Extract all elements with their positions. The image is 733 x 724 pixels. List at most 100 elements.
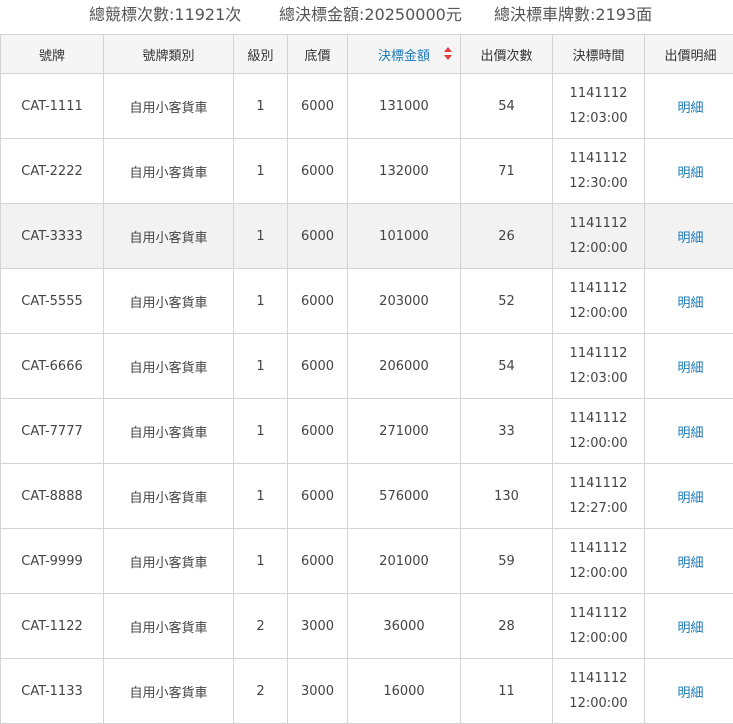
final-price-cell: 203000 bbox=[348, 269, 461, 334]
header-detail: 出價明細 bbox=[645, 35, 733, 74]
final-price-cell: 576000 bbox=[348, 464, 461, 529]
level-cell: 1 bbox=[234, 139, 288, 204]
base-price-cell: 6000 bbox=[288, 334, 348, 399]
close-date: 1141112 bbox=[553, 146, 644, 171]
bid-detail-link[interactable]: 明細 bbox=[677, 426, 703, 441]
close-time-cell: 114111212:00:00 bbox=[553, 594, 645, 659]
detail-cell: 明細 bbox=[645, 204, 733, 269]
close-time: 12:03:00 bbox=[553, 366, 644, 391]
close-time-cell: 114111212:30:00 bbox=[553, 139, 645, 204]
bid-detail-link[interactable]: 明細 bbox=[677, 166, 703, 181]
bid-detail-link[interactable]: 明細 bbox=[677, 491, 703, 506]
plate-cell: CAT-6666 bbox=[1, 334, 104, 399]
close-date: 1141112 bbox=[553, 471, 644, 496]
detail-cell: 明細 bbox=[645, 529, 733, 594]
plate-cell: CAT-1111 bbox=[1, 74, 104, 139]
auction-summary: 總競標次數:11921次 總決標金額:20250000元 總決標車牌數:2193… bbox=[0, 0, 733, 34]
base-price-cell: 6000 bbox=[288, 204, 348, 269]
level-cell: 1 bbox=[234, 204, 288, 269]
close-time: 12:00:00 bbox=[553, 236, 644, 261]
base-price-cell: 6000 bbox=[288, 464, 348, 529]
level-cell: 1 bbox=[234, 399, 288, 464]
total-plates-stat: 總決標車牌數:2193面 bbox=[494, 1, 652, 25]
detail-cell: 明細 bbox=[645, 269, 733, 334]
total-amount-stat: 總決標金額:20250000元 bbox=[279, 1, 462, 25]
final-price-cell: 131000 bbox=[348, 74, 461, 139]
category-cell: 自用小客貨車 bbox=[104, 204, 234, 269]
header-category[interactable]: 號牌類別 bbox=[104, 35, 234, 74]
level-cell: 1 bbox=[234, 529, 288, 594]
plate-cell: CAT-5555 bbox=[1, 269, 104, 334]
category-cell: 自用小客貨車 bbox=[104, 334, 234, 399]
detail-cell: 明細 bbox=[645, 464, 733, 529]
level-cell: 2 bbox=[234, 659, 288, 724]
close-time: 12:03:00 bbox=[553, 106, 644, 131]
close-time: 12:30:00 bbox=[553, 171, 644, 196]
table-row: CAT-9999自用小客貨車1600020100059114111212:00:… bbox=[1, 529, 733, 594]
table-row: CAT-3333自用小客貨車1600010100026114111212:00:… bbox=[1, 204, 733, 269]
header-plate[interactable]: 號牌 bbox=[1, 35, 104, 74]
base-price-cell: 6000 bbox=[288, 529, 348, 594]
plate-cell: CAT-1133 bbox=[1, 659, 104, 724]
header-close-time[interactable]: 決標時間 bbox=[553, 35, 645, 74]
bid-count-cell: 71 bbox=[461, 139, 553, 204]
sort-asc-icon bbox=[444, 47, 452, 52]
category-cell: 自用小客貨車 bbox=[104, 399, 234, 464]
table-row: CAT-6666自用小客貨車1600020600054114111212:03:… bbox=[1, 334, 733, 399]
total-auctions-stat: 總競標次數:11921次 bbox=[89, 1, 241, 25]
plate-cell: CAT-3333 bbox=[1, 204, 104, 269]
level-cell: 1 bbox=[234, 269, 288, 334]
detail-cell: 明細 bbox=[645, 139, 733, 204]
header-base-price[interactable]: 底價 bbox=[288, 35, 348, 74]
header-final-price-label: 決標金額 bbox=[378, 49, 430, 64]
close-date: 1141112 bbox=[553, 666, 644, 691]
header-level[interactable]: 級別 bbox=[234, 35, 288, 74]
close-time: 12:00:00 bbox=[553, 431, 644, 456]
close-date: 1141112 bbox=[553, 341, 644, 366]
close-time: 12:00:00 bbox=[553, 691, 644, 716]
bid-detail-link[interactable]: 明細 bbox=[677, 556, 703, 571]
bid-detail-link[interactable]: 明細 bbox=[677, 101, 703, 116]
close-time-cell: 114111212:27:00 bbox=[553, 464, 645, 529]
close-time-cell: 114111212:00:00 bbox=[553, 399, 645, 464]
sort-up-down-icon[interactable] bbox=[444, 47, 452, 61]
bid-count-cell: 54 bbox=[461, 74, 553, 139]
bid-detail-link[interactable]: 明細 bbox=[677, 296, 703, 311]
bid-detail-link[interactable]: 明細 bbox=[677, 686, 703, 701]
plate-cell: CAT-7777 bbox=[1, 399, 104, 464]
bid-count-cell: 130 bbox=[461, 464, 553, 529]
category-cell: 自用小客貨車 bbox=[104, 529, 234, 594]
close-time-cell: 114111212:00:00 bbox=[553, 529, 645, 594]
table-row: CAT-1111自用小客貨車1600013100054114111212:03:… bbox=[1, 74, 733, 139]
close-time-cell: 114111212:00:00 bbox=[553, 204, 645, 269]
detail-cell: 明細 bbox=[645, 399, 733, 464]
close-time: 12:00:00 bbox=[553, 561, 644, 586]
bid-detail-link[interactable]: 明細 bbox=[677, 231, 703, 246]
bid-count-cell: 28 bbox=[461, 594, 553, 659]
level-cell: 1 bbox=[234, 464, 288, 529]
detail-cell: 明細 bbox=[645, 659, 733, 724]
header-final-price[interactable]: 決標金額 bbox=[348, 35, 461, 74]
close-time-cell: 114111212:00:00 bbox=[553, 269, 645, 334]
close-date: 1141112 bbox=[553, 536, 644, 561]
table-row: CAT-1122自用小客貨車230003600028114111212:00:0… bbox=[1, 594, 733, 659]
bid-detail-link[interactable]: 明細 bbox=[677, 621, 703, 636]
bid-count-cell: 54 bbox=[461, 334, 553, 399]
table-row: CAT-7777自用小客貨車1600027100033114111212:00:… bbox=[1, 399, 733, 464]
base-price-cell: 3000 bbox=[288, 659, 348, 724]
bid-detail-link[interactable]: 明細 bbox=[677, 361, 703, 376]
auction-results-table: 號牌 號牌類別 級別 底價 決標金額 出價次數 決標時間 出價明細 CAT-11… bbox=[0, 34, 733, 724]
bid-count-cell: 59 bbox=[461, 529, 553, 594]
close-time: 12:00:00 bbox=[553, 626, 644, 651]
base-price-cell: 6000 bbox=[288, 139, 348, 204]
category-cell: 自用小客貨車 bbox=[104, 269, 234, 334]
base-price-cell: 6000 bbox=[288, 269, 348, 334]
level-cell: 1 bbox=[234, 334, 288, 399]
category-cell: 自用小客貨車 bbox=[104, 74, 234, 139]
close-date: 1141112 bbox=[553, 601, 644, 626]
header-bid-count[interactable]: 出價次數 bbox=[461, 35, 553, 74]
final-price-cell: 101000 bbox=[348, 204, 461, 269]
table-row: CAT-8888自用小客貨車16000576000130114111212:27… bbox=[1, 464, 733, 529]
final-price-cell: 271000 bbox=[348, 399, 461, 464]
table-row: CAT-5555自用小客貨車1600020300052114111212:00:… bbox=[1, 269, 733, 334]
